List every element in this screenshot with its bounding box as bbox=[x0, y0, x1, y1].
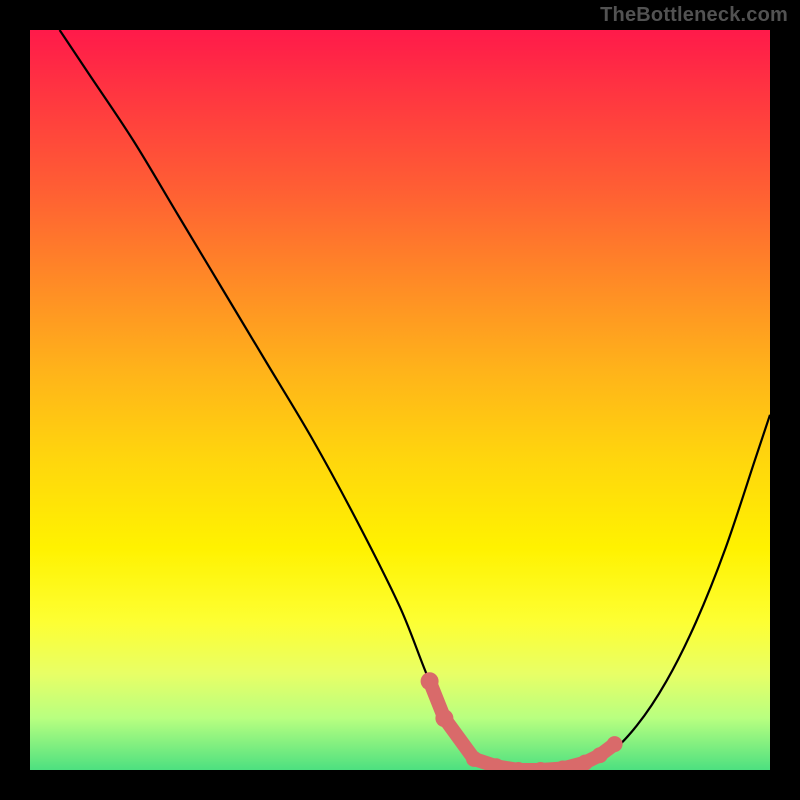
highlight-dots-group bbox=[421, 672, 623, 770]
chart-svg bbox=[30, 30, 770, 770]
highlight-dot bbox=[592, 747, 608, 763]
highlight-dot bbox=[466, 751, 482, 767]
highlight-dot bbox=[577, 755, 593, 770]
highlight-dot bbox=[421, 672, 439, 690]
chart-plot-area bbox=[30, 30, 770, 770]
watermark-text: TheBottleneck.com bbox=[600, 4, 788, 27]
highlight-dot bbox=[435, 709, 453, 727]
bottleneck-curve-line bbox=[60, 30, 770, 770]
highlight-dot bbox=[607, 736, 623, 752]
